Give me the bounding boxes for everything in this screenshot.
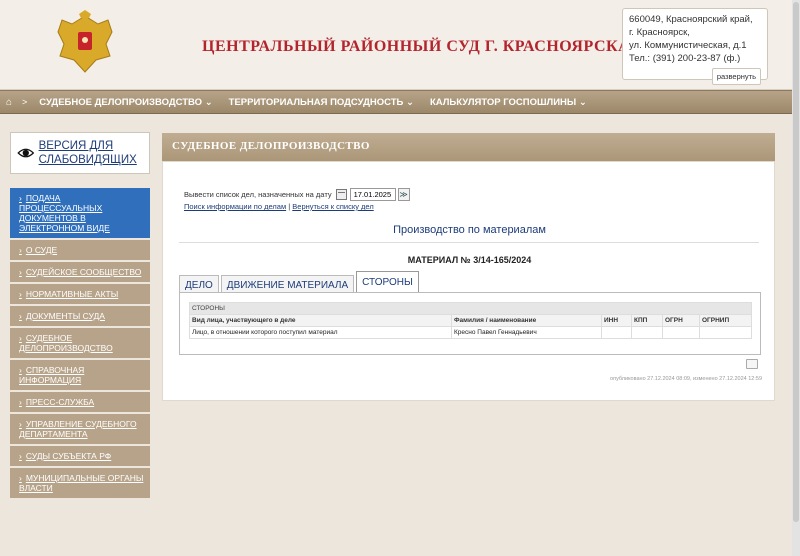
panel-title: СУДЕБНОЕ ДЕЛОПРОИЗВОДСТВО xyxy=(162,133,775,161)
table-header: КПП xyxy=(631,314,663,327)
table-cell xyxy=(662,326,700,339)
visually-impaired-label: ВЕРСИЯ ДЛЯ СЛАБОВИДЯЩИХ xyxy=(38,140,137,166)
sidebar-item-label: ПРЕСС-СЛУЖБА xyxy=(25,397,95,407)
sidebar-item-label: НОРМАТИВНЫЕ АКТЫ xyxy=(25,289,119,299)
parties-table: СТОРОНЫ Вид лица, участвующего в деле Фа… xyxy=(189,302,752,339)
sidebar-item-label: ПОДАЧА ПРОЦЕССУАЛЬНЫХ ДОКУМЕНТОВ В ЭЛЕКТ… xyxy=(19,193,110,233)
contact-box: 660049, Красноярский край, г. Красноярск… xyxy=(622,8,768,85)
tab-material-movement[interactable]: ДВИЖЕНИЕ МАТЕРИАЛА xyxy=(220,275,355,293)
tab-content: СТОРОНЫ Вид лица, участвующего в деле Фа… xyxy=(179,292,761,355)
sidebar-item-documents[interactable]: › ДОКУМЕНТЫ СУДА xyxy=(10,306,150,328)
sidebar-item-e-filing[interactable]: › ПОДАЧА ПРОЦЕССУАЛЬНЫХ ДОКУМЕНТОВ В ЭЛЕК… xyxy=(10,188,150,240)
tab-case[interactable]: ДЕЛО xyxy=(179,275,219,293)
date-filter: Вывести список дел, назначенных на дату … xyxy=(184,188,410,201)
table-row: Лицо, в отношении которого поступил мате… xyxy=(189,326,752,339)
nav-item-jurisdiction[interactable]: ТЕРРИТОРИАЛЬНАЯ ПОДСУДНОСТЬ ⌄ xyxy=(221,97,422,108)
scrollbar-thumb[interactable] xyxy=(793,2,799,522)
contact-line: Тел.: (391) 200-23-87 (ф.) xyxy=(629,53,741,64)
table-header: ИНН xyxy=(601,314,632,327)
sidebar-item-reference[interactable]: › СПРАВОЧНАЯ ИНФОРМАЦИЯ xyxy=(10,360,150,392)
contact-line: г. Красноярск, xyxy=(629,27,690,38)
sidebar-item-label: ДОКУМЕНТЫ СУДА xyxy=(25,311,105,321)
date-label: Вывести список дел, назначенных на дату xyxy=(184,190,332,199)
sidebar-item-label: УПРАВЛЕНИЕ СУДЕБНОГО ДЕПАРТАМЕНТА xyxy=(19,419,137,439)
sidebar-item-regulations[interactable]: › НОРМАТИВНЫЕ АКТЫ xyxy=(10,284,150,306)
sidebar-item-court-records[interactable]: › СУДЕБНОЕ ДЕЛОПРОИЗВОДСТВО xyxy=(10,328,150,360)
nav-item-fee-calculator[interactable]: КАЛЬКУЛЯТОР ГОСПОШЛИНЫ ⌄ xyxy=(422,97,595,108)
sidebar-item-label: МУНИЦИПАЛЬНЫЕ ОРГАНЫ ВЛАСТИ xyxy=(19,473,144,493)
sidebar-item-label: СУДЕБНОЕ ДЕЛОПРОИЗВОДСТВО xyxy=(19,333,113,353)
sidebar-item-municipal[interactable]: › МУНИЦИПАЛЬНЫЕ ОРГАНЫ ВЛАСТИ xyxy=(10,468,150,500)
panel-links: Поиск информации по делам | Вернуться к … xyxy=(184,202,374,211)
table-header: ОГРНИП xyxy=(699,314,752,327)
back-to-list-link[interactable]: Вернуться к списку дел xyxy=(292,202,373,211)
nav-item-court-records[interactable]: СУДЕБНОЕ ДЕЛОПРОИЗВОДСТВО ⌄ xyxy=(31,97,220,108)
sidebar-item-label: СПРАВОЧНАЯ ИНФОРМАЦИЯ xyxy=(19,365,85,385)
top-navigation: ⌂ > СУДЕБНОЕ ДЕЛОПРОИЗВОДСТВО ⌄ ТЕРРИТОР… xyxy=(0,90,800,114)
publication-info: опубликовано 27.12.2024 08:09, изменено … xyxy=(610,376,762,382)
table-cell xyxy=(631,326,663,339)
sidebar-item-label: СУДЕЙСКОЕ СООБЩЕСТВО xyxy=(25,267,142,277)
table-cell: Лицо, в отношении которого поступил мате… xyxy=(189,326,452,339)
coat-of-arms-emblem xyxy=(57,10,113,73)
date-input[interactable] xyxy=(349,188,396,201)
printer-icon[interactable] xyxy=(746,359,758,369)
table-header: ОГРН xyxy=(662,314,700,327)
table-header: Вид лица, участвующего в деле xyxy=(189,314,452,327)
section-title: Производство по материалам xyxy=(393,224,546,236)
page-scrollbar[interactable] xyxy=(792,0,800,556)
show-list-button[interactable]: ≫ xyxy=(397,188,410,201)
sidebar-item-about[interactable]: › О СУДЕ xyxy=(10,240,150,262)
table-cell xyxy=(699,326,752,339)
contact-line: 660049, Красноярский край, xyxy=(629,14,753,25)
sidebar-item-department[interactable]: › УПРАВЛЕНИЕ СУДЕБНОГО ДЕПАРТАМЕНТА xyxy=(10,414,150,446)
site-header: ЦЕНТРАЛЬНЫЙ РАЙОННЫЙ СУД Г. КРАСНОЯРСКА … xyxy=(0,0,800,90)
main-panel: Вывести список дел, назначенных на дату … xyxy=(162,161,775,401)
table-header: Фамилия / наименование xyxy=(451,314,602,327)
sidebar-item-region-courts[interactable]: › СУДЫ СУБЪЕКТА РФ xyxy=(10,446,150,468)
sidebar-item-label: СУДЫ СУБЪЕКТА РФ xyxy=(25,451,112,461)
case-tabs: ДЕЛО ДВИЖЕНИЕ МАТЕРИАЛА СТОРОНЫ xyxy=(179,271,421,293)
link-separator: | xyxy=(288,202,291,211)
visually-impaired-version-button[interactable]: ВЕРСИЯ ДЛЯ СЛАБОВИДЯЩИХ xyxy=(10,132,150,174)
table-caption: СТОРОНЫ xyxy=(189,302,752,315)
sidebar-item-judges[interactable]: › СУДЕЙСКОЕ СООБЩЕСТВО xyxy=(10,262,150,284)
table-cell: Кресно Павел Геннадьевич xyxy=(451,326,602,339)
case-number: МАТЕРИАЛ № 3/14-165/2024 xyxy=(407,255,532,265)
table-cell xyxy=(601,326,632,339)
court-title: ЦЕНТРАЛЬНЫЙ РАЙОННЫЙ СУД Г. КРАСНОЯРСКА xyxy=(202,38,631,55)
tab-parties[interactable]: СТОРОНЫ xyxy=(356,271,419,293)
eye-icon xyxy=(17,148,35,158)
contact-line: ул. Коммунистическая, д.1 xyxy=(629,40,747,51)
expand-contacts-button[interactable]: развернуть xyxy=(711,68,761,85)
sidebar-menu: › ПОДАЧА ПРОЦЕССУАЛЬНЫХ ДОКУМЕНТОВ В ЭЛЕК… xyxy=(10,188,150,556)
home-icon[interactable]: ⌂ xyxy=(0,97,18,108)
search-cases-link[interactable]: Поиск информации по делам xyxy=(184,202,286,211)
calendar-icon[interactable] xyxy=(335,189,347,200)
divider xyxy=(179,242,759,243)
breadcrumb-separator: > xyxy=(22,97,28,107)
sidebar-item-label: О СУДЕ xyxy=(25,245,58,255)
sidebar-item-press[interactable]: › ПРЕСС-СЛУЖБА xyxy=(10,392,150,414)
